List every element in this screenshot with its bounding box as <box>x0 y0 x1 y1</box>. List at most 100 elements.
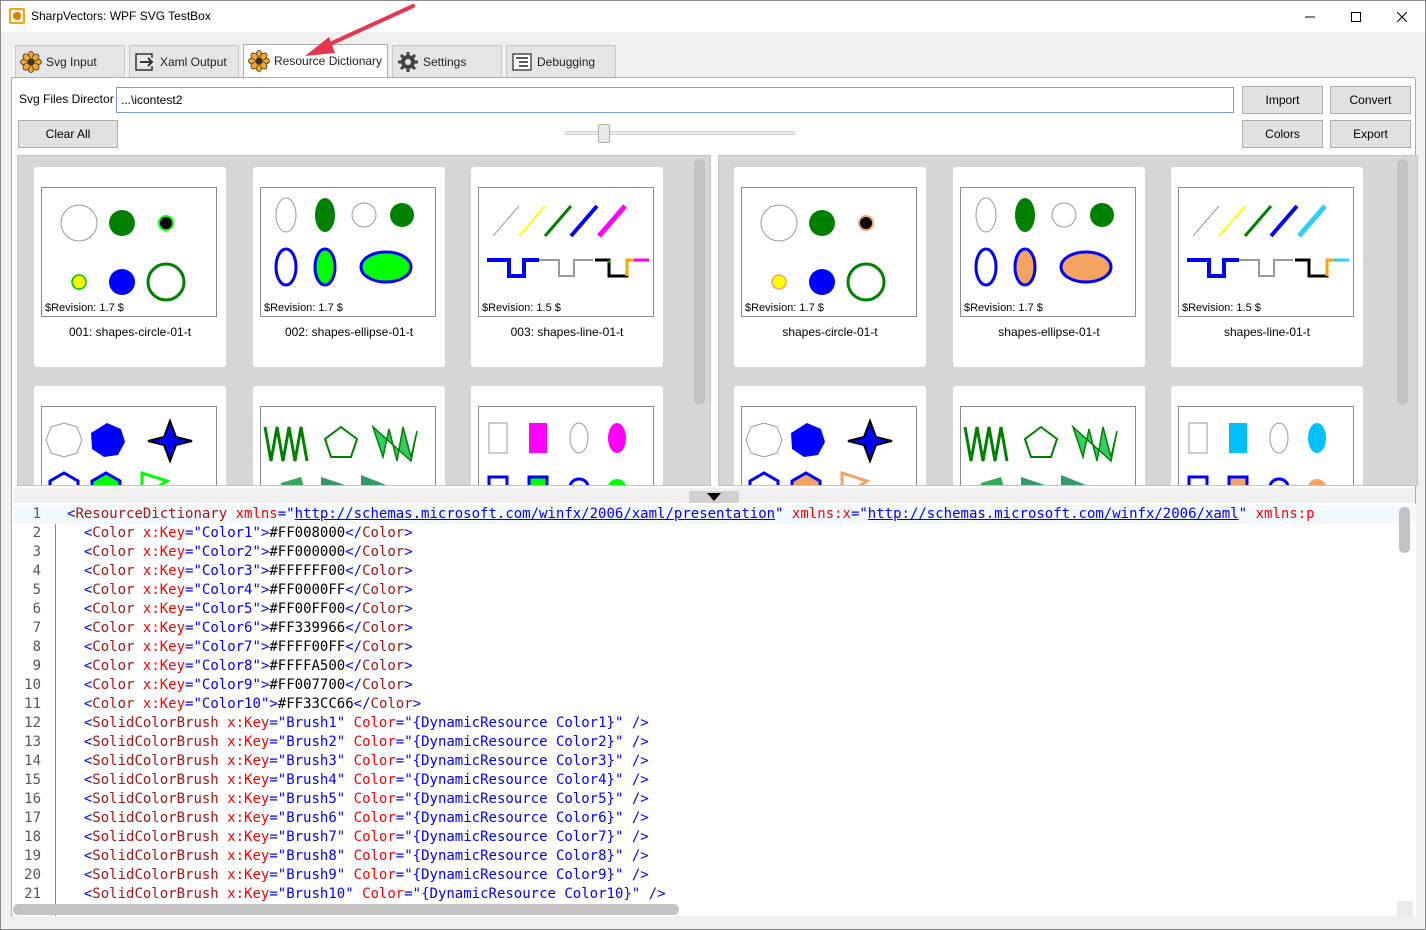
xml-value: Brush1 <box>286 715 337 731</box>
thumbnail-card[interactable]: $Revision: 1.5 $ 003: shapes-line-01-t <box>471 167 663 367</box>
line-number: 12 <box>24 715 41 731</box>
close-button[interactable] <box>1379 1 1425 32</box>
xml-bracket: > <box>412 696 422 712</box>
code-text: <SolidColorBrush x:Key="Brush7" Color="{… <box>67 828 649 847</box>
source-thumbnail-panel[interactable]: $Revision: 1.7 $ 001: shapes-circle-01-t… <box>17 155 711 486</box>
xml-tag: Color <box>362 639 405 655</box>
thumbnail-card[interactable]: $Revision: 1.7 $ 002: shapes-ellipse-01-… <box>253 167 445 367</box>
svg-directory-input[interactable] <box>116 87 1234 113</box>
xml-punct: =" <box>185 544 202 560</box>
xml-punct: " <box>336 791 346 807</box>
xml-value: {DynamicResource Color7} <box>412 829 615 845</box>
xml-punct: =" <box>185 677 202 693</box>
thumbnail-card[interactable] <box>734 386 926 485</box>
xml-text: #FF33CC66 <box>277 696 354 712</box>
code-text: <SolidColorBrush x:Key="Brush5" Color="{… <box>67 790 649 809</box>
svg-preview: $Revision: 1.5 $ <box>478 187 654 317</box>
xml-attr: Color <box>353 791 396 807</box>
xml-punct: " <box>336 867 346 883</box>
import-button[interactable]: Import <box>1242 86 1323 114</box>
xml-bracket: </ <box>353 696 371 712</box>
export-button[interactable]: Export <box>1330 120 1411 148</box>
thumbnail-caption: 001: shapes-circle-01-t <box>68 325 192 339</box>
xml-tag: Color <box>362 620 405 636</box>
svg-preview <box>41 406 217 485</box>
xml-punct: =" <box>185 620 202 636</box>
code-line: 11 <Color x:Key="Color10">#FF33CC66</Col… <box>13 695 1416 714</box>
xml-punct: =" <box>395 791 413 807</box>
convert-button[interactable]: Convert <box>1330 86 1411 114</box>
thumbnail-card[interactable]: $Revision: 1.5 $ shapes-line-01-t <box>1171 167 1363 367</box>
thumbnail-card[interactable]: $Revision: 1.7 $ 001: shapes-circle-01-t <box>34 167 226 367</box>
tab-strip: Svg Input Xaml Output Resource Dictionar… <box>1 32 1425 77</box>
tab-xaml-output[interactable]: Xaml Output <box>129 45 239 77</box>
xml-attr: x:Key <box>142 639 186 655</box>
xml-bracket: /> <box>631 753 649 769</box>
xml-attr: Color <box>353 715 396 731</box>
code-text: <Color x:Key="Color4">#FF0000FF</Color> <box>67 581 413 600</box>
xml-attr: x:Key <box>142 696 186 712</box>
xml-punct: " <box>336 848 346 864</box>
thumbnail-card[interactable]: $Revision: 1.7 $ shapes-ellipse-01-t <box>953 167 1145 367</box>
xml-attr: x:Key <box>227 753 270 769</box>
line-number: 2 <box>32 525 41 541</box>
clear-all-button[interactable]: Clear All <box>18 120 118 148</box>
xml-tag: Color <box>92 639 135 655</box>
xaml-preview <box>741 406 917 485</box>
xml-attr: x:Key <box>142 544 186 560</box>
line-number: 15 <box>24 772 41 788</box>
xml-bracket: /> <box>631 867 649 883</box>
xml-punct: =" <box>395 848 413 864</box>
thumbnail-card[interactable] <box>1171 386 1363 485</box>
vertical-scrollbar[interactable] <box>694 159 705 405</box>
code-text: <Color x:Key="Color7">#FFFF00FF</Color> <box>67 638 413 657</box>
splitter-toggle[interactable] <box>689 491 739 503</box>
vertical-scrollbar[interactable] <box>1397 159 1408 405</box>
thumbnail-card[interactable] <box>953 386 1145 485</box>
xml-value: Color5 <box>201 601 253 617</box>
xml-attr: x:Key <box>227 734 270 750</box>
xml-text: #FF008000 <box>269 525 346 541</box>
thumbnail-card[interactable] <box>471 386 663 485</box>
xml-punct: " <box>252 601 261 617</box>
export-arrow-icon <box>134 51 156 73</box>
xml-value: Color4 <box>201 582 253 598</box>
xml-attr: x:Key <box>142 620 186 636</box>
xml-value: {DynamicResource Color5} <box>412 791 615 807</box>
xml-attr: x:Key <box>227 867 270 883</box>
revision-label: $Revision: 1.7 $ <box>264 302 343 314</box>
xml-text: #FF00FF00 <box>269 601 346 617</box>
xml-attr: Color <box>353 848 396 864</box>
thumbnail-card[interactable]: $Revision: 1.7 $ shapes-circle-01-t <box>734 167 926 367</box>
dir-label: Svg Files Director <box>19 92 114 106</box>
colors-button[interactable]: Colors <box>1242 120 1323 148</box>
horizontal-scrollbar[interactable] <box>13 904 679 915</box>
zoom-slider-thumb[interactable] <box>598 124 610 143</box>
thumbnail-card[interactable] <box>34 386 226 485</box>
tab-svg-input[interactable]: Svg Input <box>15 45 125 77</box>
xml-tag: SolidColorBrush <box>92 772 219 788</box>
xml-bracket: </ <box>345 544 363 560</box>
editor-vertical-scrollbar[interactable] <box>1399 507 1410 553</box>
thumbnail-card[interactable] <box>253 386 445 485</box>
title-bar: SharpVectors: WPF SVG TestBox <box>1 1 1425 32</box>
xml-attr: x:Key <box>142 525 186 541</box>
minimize-button[interactable] <box>1287 1 1333 32</box>
xml-punct: =" <box>269 829 287 845</box>
xml-tag: Color <box>370 696 413 712</box>
maximize-button[interactable] <box>1333 1 1379 32</box>
xml-attr: x:Key <box>227 848 270 864</box>
line-number: 3 <box>32 544 41 560</box>
xml-punct: =" <box>269 715 287 731</box>
xml-value: {DynamicResource Color4} <box>412 772 615 788</box>
converted-thumbnail-panel[interactable]: $Revision: 1.7 $ shapes-circle-01-t $Rev… <box>718 155 1418 486</box>
xaml-code-editor[interactable]: − 1<ResourceDictionary xmlns="http://sch… <box>13 504 1416 916</box>
xml-punct: " <box>336 753 346 769</box>
tab-debugging[interactable]: Debugging <box>506 45 616 77</box>
